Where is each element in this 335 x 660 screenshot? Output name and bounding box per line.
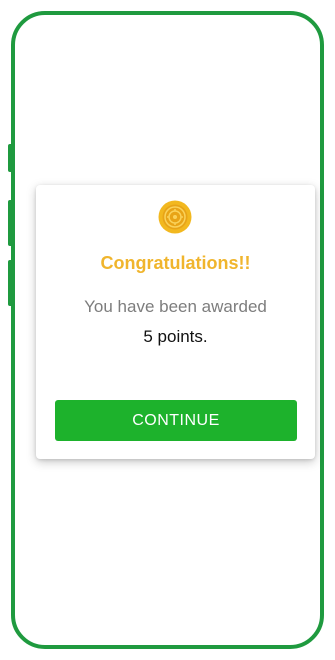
- coin-icon: [158, 200, 192, 234]
- awarded-points: 5 points.: [143, 327, 208, 346]
- continue-button[interactable]: CONTINUE: [55, 400, 297, 441]
- dialog-message: You have been awarded: [84, 297, 267, 316]
- dialog-title: Congratulations!!: [100, 253, 251, 273]
- reward-dialog: Congratulations!! You have been awarded …: [36, 185, 315, 459]
